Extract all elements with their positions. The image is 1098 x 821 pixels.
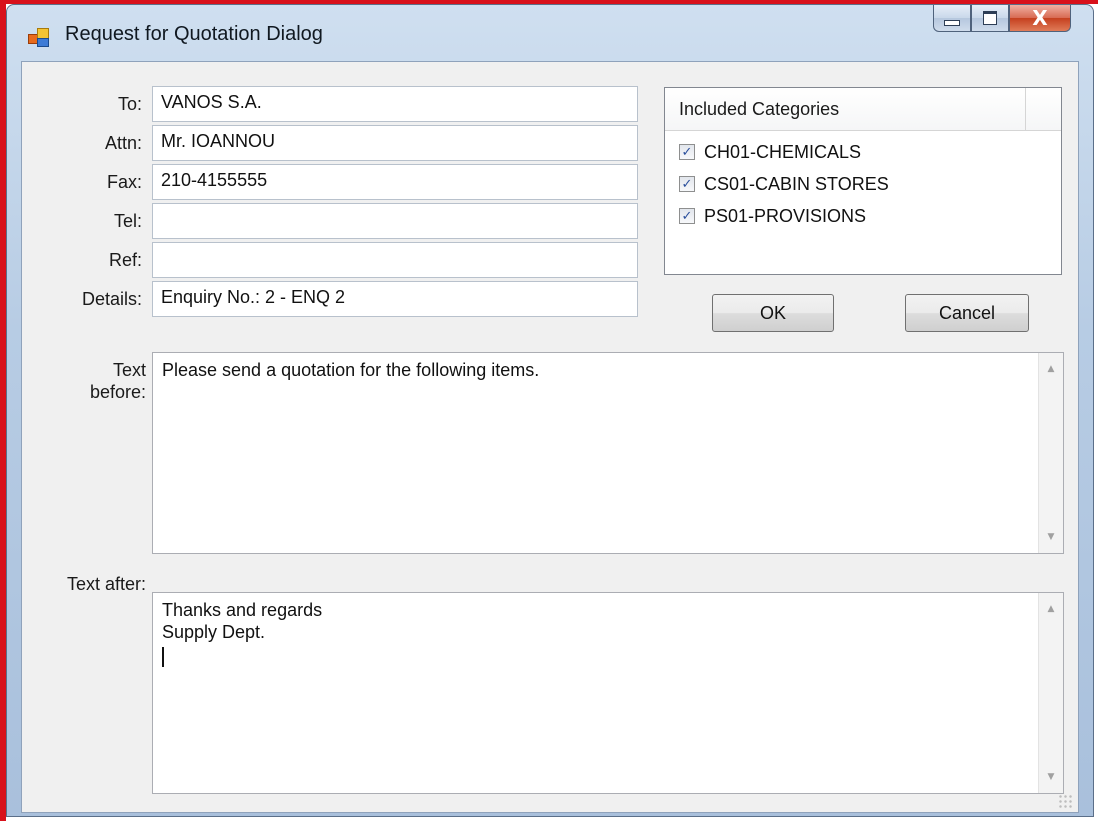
checkbox-checked-icon[interactable]: ✓ <box>679 176 695 192</box>
minimize-button[interactable] <box>933 5 971 32</box>
column-separator <box>1025 88 1026 130</box>
title-bar[interactable]: Request for Quotation Dialog X <box>7 5 1093 61</box>
cancel-button[interactable]: Cancel <box>905 294 1029 332</box>
fax-field[interactable]: 210-4155555 <box>152 164 638 200</box>
details-field[interactable]: Enquiry No.: 2 - ENQ 2 <box>152 281 638 317</box>
ref-field[interactable] <box>152 242 638 278</box>
tel-field[interactable] <box>152 203 638 239</box>
scroll-up-icon[interactable]: ▲ <box>1039 599 1063 619</box>
to-field[interactable]: VANOS S.A. <box>152 86 638 122</box>
attn-label: Attn: <box>104 133 142 153</box>
fax-label: Fax: <box>106 172 142 192</box>
maximize-icon <box>983 11 997 25</box>
checkbox-checked-icon[interactable]: ✓ <box>679 144 695 160</box>
window-controls: X <box>933 5 1071 33</box>
attn-field[interactable]: Mr. IOANNOU <box>152 125 638 161</box>
scroll-up-icon[interactable]: ▲ <box>1039 359 1063 379</box>
text-after-label: Text after: <box>66 574 146 594</box>
text-after-textarea[interactable]: Thanks and regards Supply Dept. ▲ ▼ <box>152 592 1064 794</box>
text-after-scrollbar[interactable]: ▲ ▼ <box>1038 593 1063 793</box>
text-caret <box>162 647 164 667</box>
close-button[interactable]: X <box>1009 5 1071 32</box>
text-before-label-line2: before: <box>89 382 146 402</box>
text-before-value: Please send a quotation for the followin… <box>162 360 540 380</box>
category-label: CS01-CABIN STORES <box>704 173 889 194</box>
to-label: To: <box>117 94 142 114</box>
text-before-label: Text before: <box>52 359 146 403</box>
text-after-line2: Supply Dept. <box>162 622 266 642</box>
details-label: Details: <box>81 289 142 309</box>
text-after-line1: Thanks and regards <box>162 600 323 620</box>
app-icon[interactable] <box>28 28 49 47</box>
categories-column-header[interactable]: Included Categories <box>665 88 1061 131</box>
category-item-chemicals[interactable]: ✓ CH01-CHEMICALS <box>679 138 861 166</box>
dialog-window: Request for Quotation Dialog X To: Attn:… <box>6 4 1094 817</box>
category-item-cabin-stores[interactable]: ✓ CS01-CABIN STORES <box>679 170 889 198</box>
included-categories-list[interactable]: Included Categories ✓ CH01-CHEMICALS ✓ C… <box>664 87 1062 275</box>
category-label: PS01-PROVISIONS <box>704 205 867 226</box>
text-before-scrollbar[interactable]: ▲ ▼ <box>1038 353 1063 553</box>
minimize-icon <box>944 20 960 26</box>
scroll-down-icon[interactable]: ▼ <box>1039 767 1063 787</box>
ok-button[interactable]: OK <box>712 294 834 332</box>
tel-label: Tel: <box>113 211 142 231</box>
checkbox-checked-icon[interactable]: ✓ <box>679 208 695 224</box>
category-label: CH01-CHEMICALS <box>704 141 862 162</box>
category-item-provisions[interactable]: ✓ PS01-PROVISIONS <box>679 202 866 230</box>
text-before-label-line1: Text <box>112 360 146 380</box>
ref-label: Ref: <box>108 250 142 270</box>
maximize-button[interactable] <box>971 5 1009 32</box>
window-title: Request for Quotation Dialog <box>65 23 323 45</box>
categories-header-label: Included Categories <box>679 99 840 119</box>
resize-grip-icon[interactable] <box>1058 794 1072 808</box>
scroll-down-icon[interactable]: ▼ <box>1039 527 1063 547</box>
text-before-textarea[interactable]: Please send a quotation for the followin… <box>152 352 1064 554</box>
dialog-client-area: To: Attn: Fax: Tel: Ref: Details: VANOS … <box>21 61 1079 813</box>
close-icon: X <box>1032 6 1048 30</box>
